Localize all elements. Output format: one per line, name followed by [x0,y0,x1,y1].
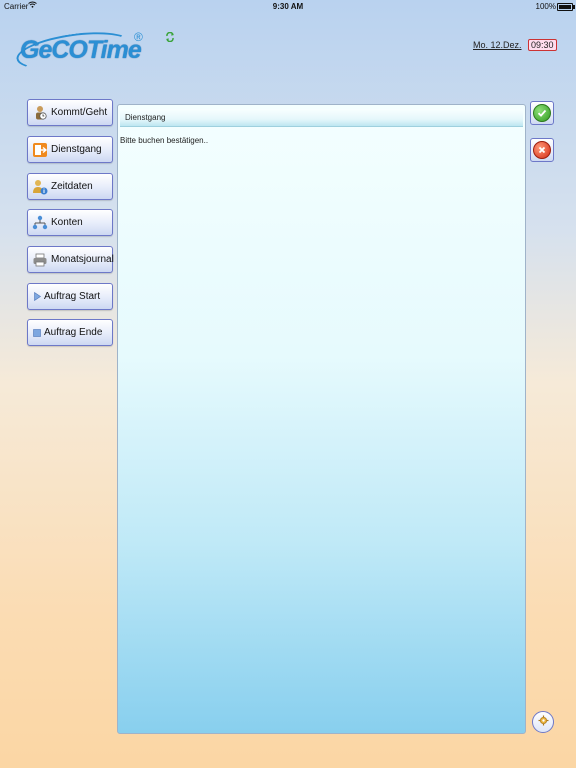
kommt-geht-button[interactable]: Kommt/Geht [27,99,113,126]
auftrag-start-button[interactable]: Auftrag Start [27,283,113,310]
panel-message: Bitte buchen bestätigen.. [120,136,209,145]
content-panel: Dienstgang Bitte buchen bestätigen.. [117,104,526,734]
monatsjournal-button[interactable]: Monatsjournal [27,246,114,273]
cancel-button[interactable] [530,138,554,162]
settings-button[interactable] [532,711,554,733]
accounts-tree-icon [32,215,48,231]
sync-icon[interactable] [165,31,175,45]
person-clock-icon [32,105,48,121]
nav-label: Konten [51,217,83,228]
exit-door-icon [32,142,48,158]
logo-text: GeCOTime [20,36,142,64]
checkmark-icon [533,104,551,122]
nav-label: Zeitdaten [51,181,93,192]
nav-label: Dienstgang [51,144,102,155]
dienstgang-button[interactable]: Dienstgang [27,136,113,163]
nav-label: Auftrag Start [44,291,101,302]
status-bar: Carrier 9:30 AM 100% [0,0,576,13]
panel-title: Dienstgang [120,109,523,127]
clock-label: 09:30 [528,39,557,51]
settings-icon [538,715,549,729]
nav-label: Kommt/Geht [51,107,108,118]
cancel-icon [533,141,551,159]
battery-icon [557,3,575,11]
battery-percent: 100% [535,2,556,11]
nav-label: Monatsjournal [51,254,114,265]
auftrag-ende-button[interactable]: Auftrag Ende [27,319,113,346]
zeitdaten-button[interactable]: Zeitdaten [27,173,113,200]
nav-label: Auftrag Ende [44,327,103,338]
date-label: Mo. 12.Dez. [473,40,522,50]
status-time: 9:30 AM [272,2,304,11]
gecotime-logo: GeCOTime ® [14,26,146,76]
user-info-icon [32,179,48,195]
play-icon [33,289,41,305]
printer-icon [32,252,48,268]
stop-icon [33,325,41,341]
confirm-button[interactable] [530,101,554,125]
konten-button[interactable]: Konten [27,209,113,236]
registered-mark: ® [134,30,143,44]
